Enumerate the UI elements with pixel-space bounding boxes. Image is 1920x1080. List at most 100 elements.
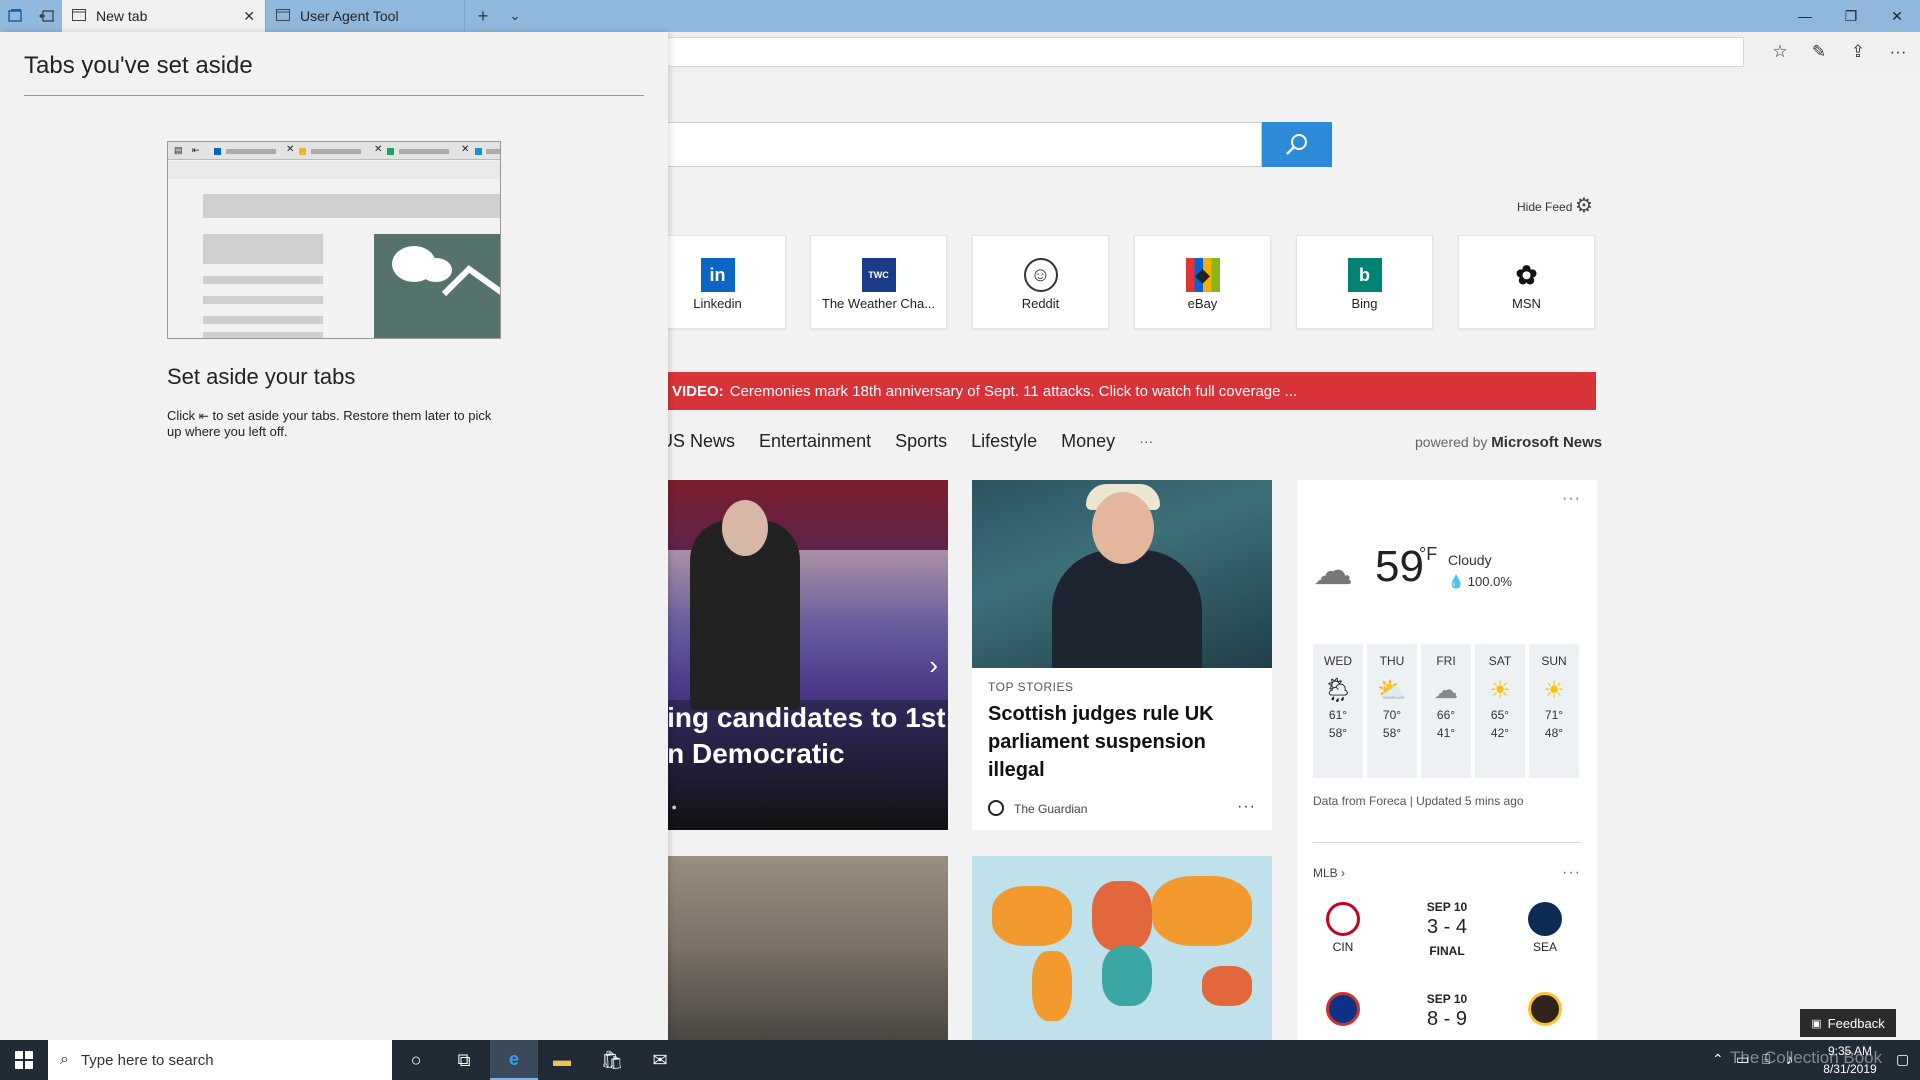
hide-feed-link[interactable]: Hide Feed [1517, 200, 1572, 214]
set-aside-tabs-icon: ⇤ [198, 409, 209, 423]
file-explorer-icon[interactable]: ▬ [538, 1040, 586, 1080]
game-row[interactable]: CIN SEP 10 3 - 4 FINAL SEA [1297, 900, 1597, 970]
story-title: Scottish judges rule UK parliament suspe… [988, 703, 1214, 781]
forecast-day[interactable]: THU ⛅ 70° 58° [1367, 644, 1417, 778]
weather-card[interactable]: ··· ☁ 59 °F Cloudy 💧 100.0% WED 🌦 61° 58… [1297, 480, 1597, 1040]
tab-user-agent-tool[interactable]: User Agent Tool [265, 0, 465, 32]
edge-icon[interactable]: e [490, 1040, 538, 1080]
new-tab-plus-icon[interactable]: + [474, 6, 492, 26]
weather-more-button[interactable]: ··· [1562, 490, 1581, 508]
breaking-text: Ceremonies mark 18th anniversary of Sept… [729, 382, 1298, 400]
forecast-day[interactable]: SAT ☀ 65° 42° [1475, 644, 1525, 778]
forecast-low: 41° [1436, 726, 1456, 740]
story-card[interactable]: TOP STORIES Scottish judges rule UK parl… [972, 480, 1272, 830]
set-aside-tabs-icon[interactable] [38, 7, 56, 25]
address-bar[interactable] [660, 37, 1744, 67]
category-entertainment[interactable]: Entertainment [759, 431, 871, 452]
more-categories-button[interactable]: ··· [1139, 433, 1153, 449]
task-view-icon[interactable]: ⧉ [440, 1040, 488, 1080]
map-land [1032, 951, 1072, 1021]
mlb-link[interactable]: MLB › [1313, 866, 1345, 880]
tile-bing[interactable]: b Bing [1296, 235, 1433, 329]
forecast-low: 58° [1382, 726, 1402, 740]
feedback-label: Feedback [1827, 1015, 1885, 1031]
story-photo [972, 480, 1272, 668]
current-temperature: 59 [1375, 542, 1424, 591]
share-icon[interactable]: ⇪ [1846, 40, 1870, 64]
mail-icon[interactable]: ✉ [636, 1040, 684, 1080]
temperature-unit[interactable]: °F [1419, 544, 1437, 565]
network-icon[interactable]: ⌸ [1762, 1051, 1770, 1068]
category-money[interactable]: Money [1061, 431, 1115, 452]
tile-msn[interactable]: ✿ MSN [1458, 235, 1595, 329]
category-sports[interactable]: Sports [895, 431, 947, 452]
weather-footer[interactable]: Data from Foreca | Updated 5 mins ago [1313, 794, 1524, 808]
forecast-day[interactable]: SUN ☀ 71° 48° [1529, 644, 1579, 778]
reddit-logo-icon: ☺ [1023, 258, 1058, 292]
page-icon [276, 8, 290, 24]
feedback-button[interactable]: ▣ Feedback [1800, 1009, 1896, 1037]
tile-reddit[interactable]: ☺ Reddit [972, 235, 1109, 329]
tabs-aside-panel: Tabs you've set aside ▤ ⇤ ✕ ✕ ✕ Set asid… [0, 32, 668, 1040]
category-us-news[interactable]: US News [660, 431, 735, 452]
chevron-down-icon[interactable]: ⌄ [506, 7, 524, 25]
search-icon [1286, 133, 1307, 155]
game-row[interactable]: SEP 10 8 - 9 [1297, 992, 1597, 1040]
more-icon[interactable]: ··· [1886, 40, 1910, 64]
forecast-day-label: THU [1379, 654, 1405, 668]
story-kicker: TOP STORIES [988, 680, 1074, 694]
close-tab-icon[interactable]: ✕ [243, 8, 255, 25]
weather-condition: Cloudy [1448, 552, 1492, 568]
search-button[interactable] [1262, 122, 1332, 167]
forecast-day[interactable]: WED 🌦 61° 58° [1313, 644, 1363, 778]
windows-start-icon[interactable] [0, 1040, 48, 1080]
gear-icon[interactable]: ⚙ [1575, 193, 1593, 218]
chevron-right-icon[interactable]: › [929, 650, 938, 681]
msn-logo-icon: ✿ [1509, 258, 1544, 292]
tab-title: New tab [96, 8, 148, 24]
game-score: 3 - 4 [1426, 916, 1468, 938]
page-icon [72, 8, 86, 24]
forecast-high: 65° [1490, 708, 1510, 722]
tile-weather-channel[interactable]: TWC The Weather Cha... [810, 235, 947, 329]
reds-logo-icon [1326, 902, 1360, 936]
taskbar-search-input[interactable]: ⌕ Type here to search [48, 1040, 392, 1080]
rain-sun-icon: 🌦 [1322, 677, 1354, 704]
pen-icon[interactable]: ✎ [1807, 40, 1831, 64]
game-score: 8 - 9 [1426, 1008, 1468, 1030]
taskbar-clock[interactable]: 9:35 AM 8/31/2019 [1800, 1042, 1900, 1078]
minimize-button[interactable]: — [1782, 0, 1828, 32]
cortana-icon[interactable]: ○ [392, 1040, 440, 1080]
tabs-aside-icon[interactable] [6, 7, 24, 25]
tile-label: eBay [1187, 296, 1218, 311]
title-bar: New tab ✕ User Agent Tool + ⌄ — ❐ ✕ [0, 0, 1920, 32]
powered-by-prefix: powered by [1415, 434, 1488, 450]
store-icon[interactable]: 🛍 [588, 1040, 636, 1080]
tray-chevron-icon[interactable]: ⌃ [1712, 1051, 1724, 1068]
game-status: FINAL [1429, 944, 1465, 958]
game-date: SEP 10 [1426, 900, 1468, 914]
home-team-abbr: CIN [1332, 940, 1354, 954]
forecast-low: 48° [1544, 726, 1564, 740]
tile-linkedin[interactable]: in Linkedin [649, 235, 786, 329]
story-more-button[interactable]: ··· [1237, 798, 1256, 816]
category-lifestyle[interactable]: Lifestyle [971, 431, 1037, 452]
mlb-more-button[interactable]: ··· [1562, 864, 1581, 882]
tab-new-tab[interactable]: New tab ✕ [62, 0, 265, 32]
news-image-map[interactable] [972, 856, 1272, 1040]
forecast-day[interactable]: FRI ☁ 66° 41° [1421, 644, 1471, 778]
battery-icon[interactable]: ▭ [1736, 1051, 1749, 1068]
notifications-icon[interactable]: ▢ [1896, 1051, 1909, 1068]
tile-label: MSN [1512, 296, 1541, 311]
set-aside-heading: Set aside your tabs [167, 364, 356, 389]
forecast-high: 61° [1328, 708, 1348, 722]
restore-button[interactable]: ❐ [1828, 0, 1874, 32]
sun-icon: ☀ [1543, 677, 1565, 704]
tile-label: Linkedin [693, 296, 742, 311]
favorites-icon[interactable]: ☆ [1768, 40, 1792, 64]
close-window-button[interactable]: ✕ [1874, 0, 1920, 32]
breaking-news-banner[interactable]: VIDEO: Ceremonies mark 18th anniversary … [660, 372, 1596, 410]
volume-icon[interactable]: ♪ [1786, 1051, 1793, 1067]
tile-ebay[interactable]: ◆ eBay [1134, 235, 1271, 329]
map-land [1102, 946, 1152, 1006]
